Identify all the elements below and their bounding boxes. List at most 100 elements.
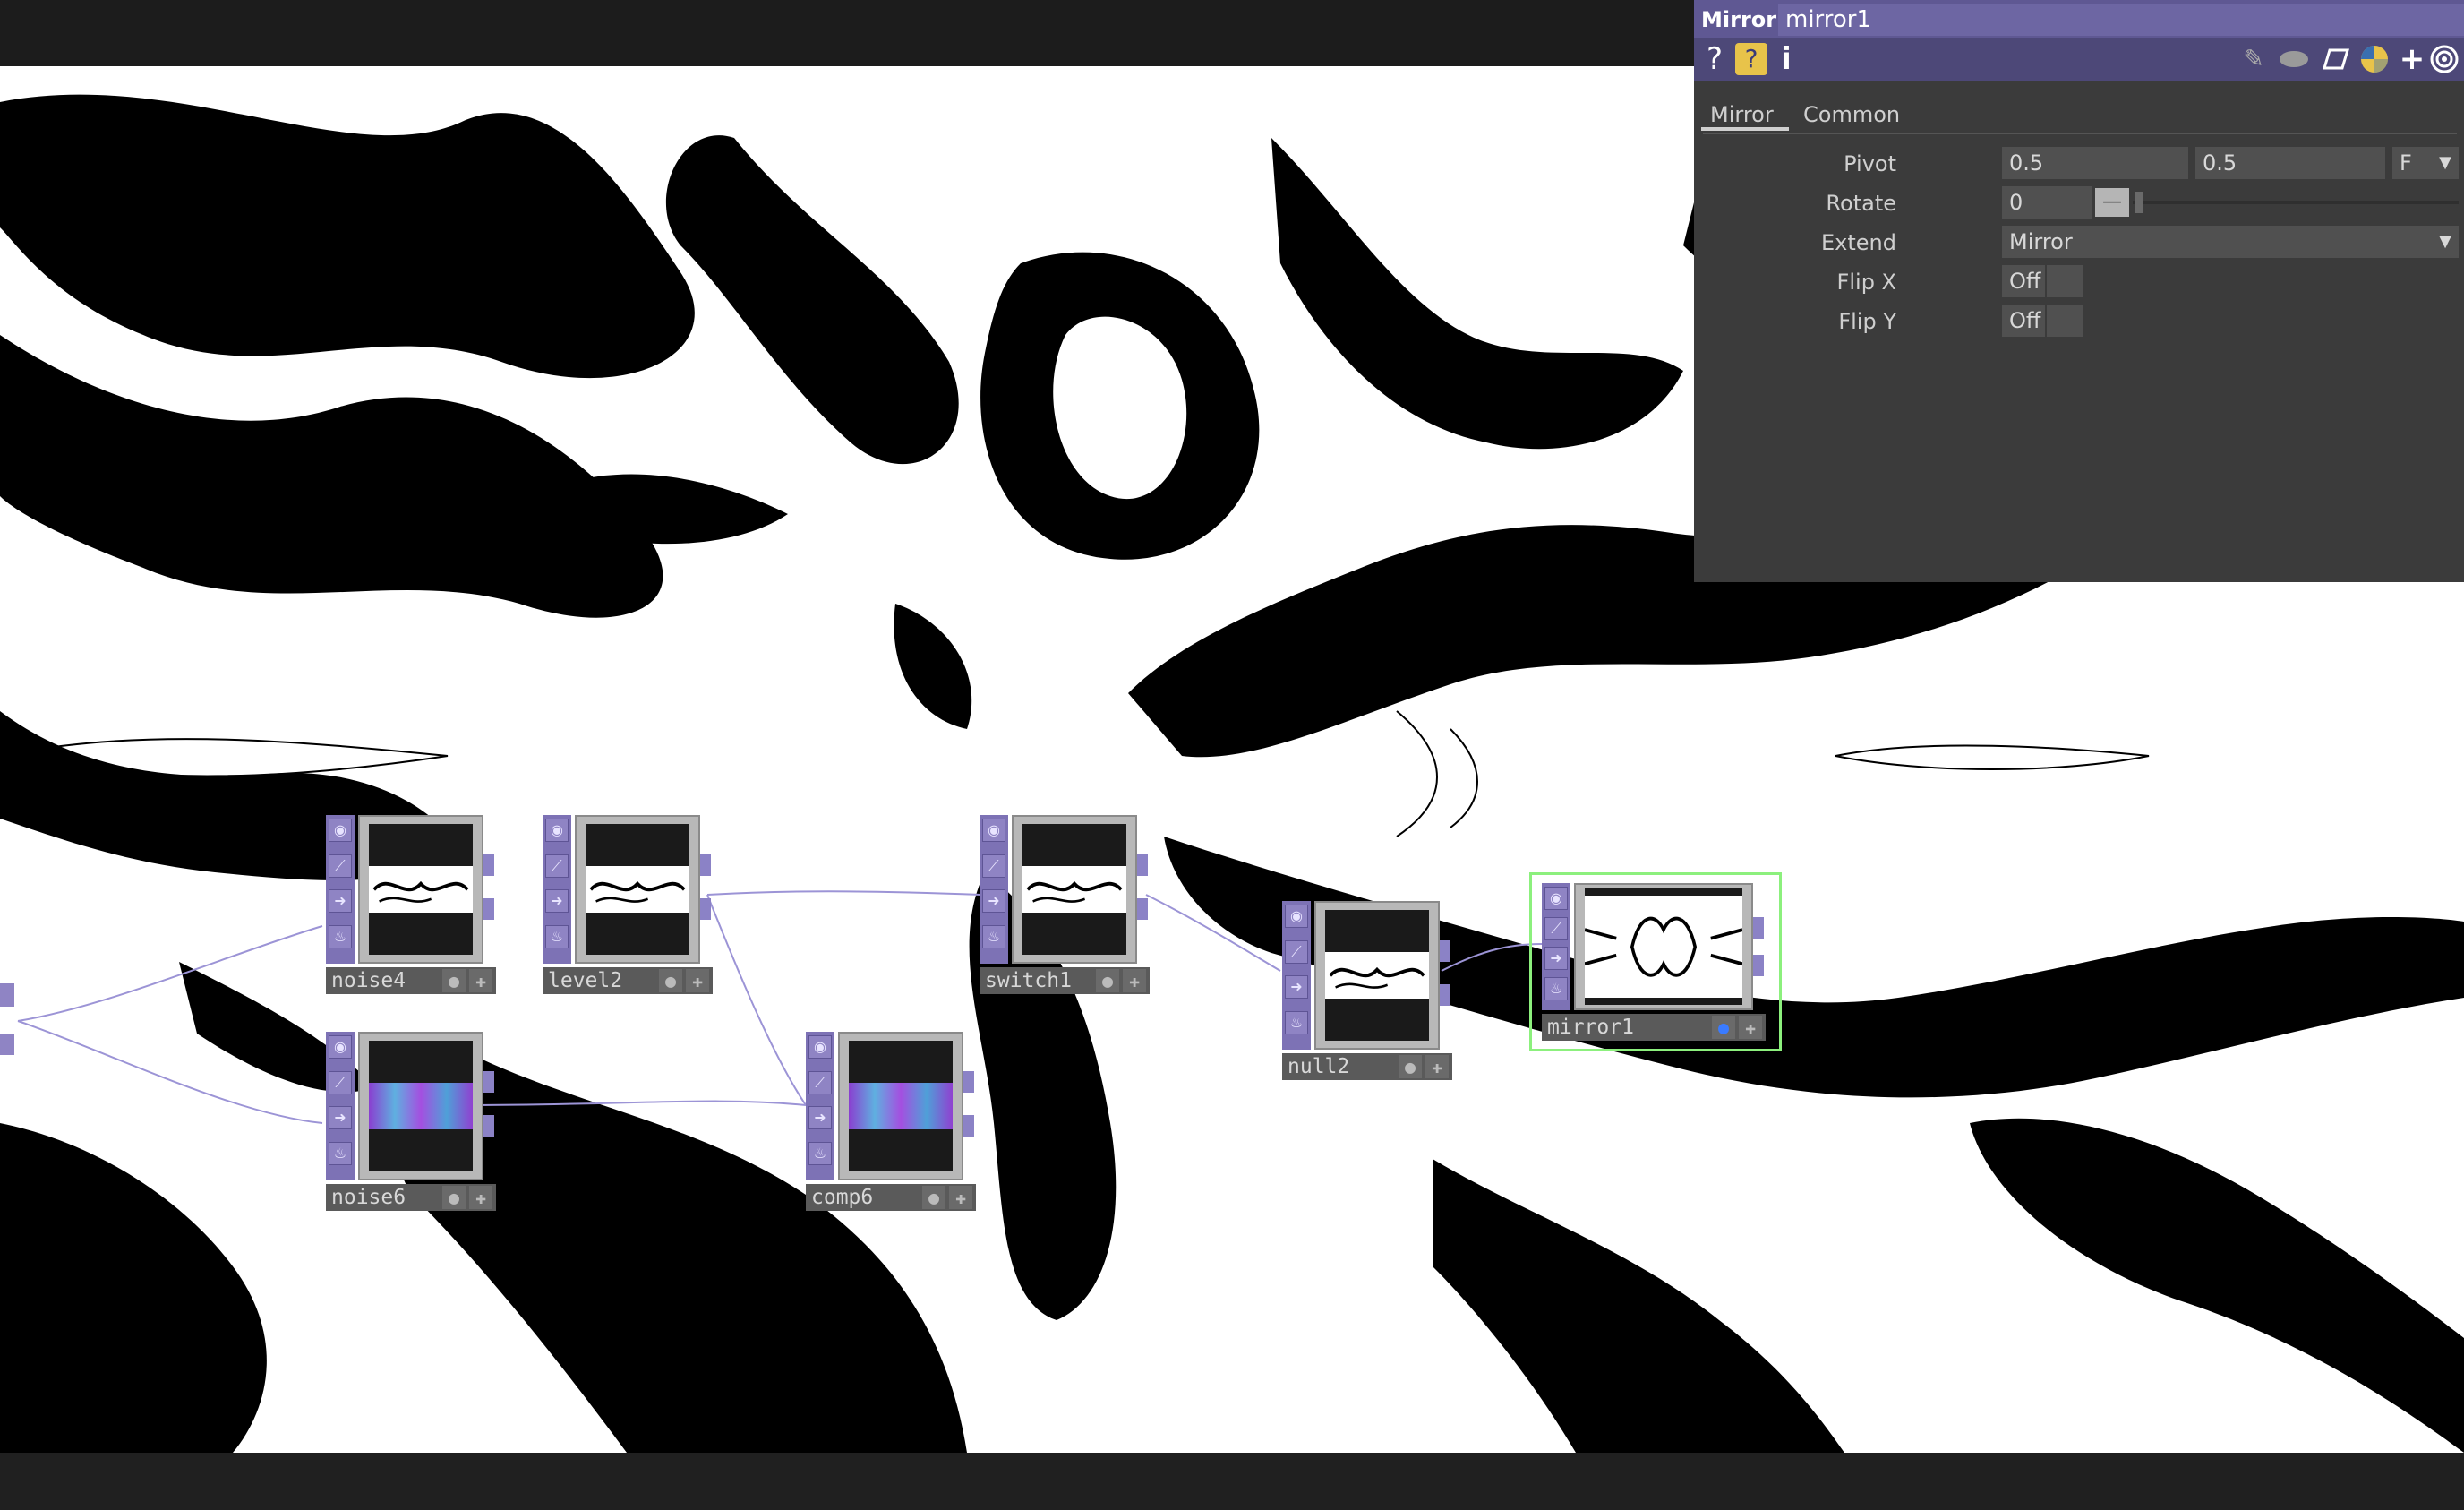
display-flag-icon[interactable]: ● <box>1399 1055 1422 1078</box>
node-name-label[interactable]: noise4 ● ✚ <box>326 967 496 994</box>
help-icon[interactable]: ? <box>1701 43 1728 75</box>
graph-icon[interactable]: ⟋ <box>329 854 352 878</box>
output-connector[interactable] <box>963 1070 974 1093</box>
offscreen-node[interactable] <box>0 948 14 1055</box>
render-flag-icon[interactable]: ✚ <box>1739 1016 1762 1039</box>
node-name-label[interactable]: noise6 ● ✚ <box>326 1184 496 1211</box>
output-connector[interactable] <box>963 1115 974 1137</box>
node-viewer-frame[interactable] <box>1012 815 1148 964</box>
viewer-toggle-icon[interactable]: ◉ <box>982 819 1005 842</box>
flipx-toggle[interactable]: Off <box>2002 265 2045 297</box>
target-icon[interactable] <box>2426 43 2462 75</box>
output-connector[interactable] <box>483 1115 494 1137</box>
render-flag-icon[interactable]: ✚ <box>469 1186 492 1209</box>
lock-icon[interactable]: ♨ <box>1544 976 1568 1000</box>
display-flag-icon[interactable]: ● <box>922 1186 945 1209</box>
lock-icon[interactable]: ♨ <box>545 924 569 948</box>
edit-icon[interactable]: ✎ <box>2238 43 2269 75</box>
node-noise6[interactable]: ◉ ⟋ ➜ ♨ noise6 ● ✚ <box>326 1032 496 1211</box>
output-connector[interactable] <box>700 898 711 921</box>
bypass-icon[interactable]: ➜ <box>808 1106 832 1129</box>
node-noise4[interactable]: ◉ ⟋ ➜ ♨ noise4 ● ✚ <box>326 815 496 994</box>
render-flag-icon[interactable]: ✚ <box>949 1186 972 1209</box>
flipy-toggle-box[interactable] <box>2047 305 2083 337</box>
tab-mirror[interactable]: Mirror <box>1701 99 1789 131</box>
lock-icon[interactable]: ♨ <box>808 1141 832 1165</box>
node-name-label[interactable]: level2 ● ✚ <box>543 967 713 994</box>
render-flag-icon[interactable]: ✚ <box>1425 1055 1449 1078</box>
node-viewer-frame[interactable] <box>358 815 494 964</box>
rotate-slider-handle[interactable] <box>2135 192 2143 213</box>
output-connector[interactable] <box>1440 984 1450 1007</box>
node-name-field[interactable]: mirror1 <box>1778 4 2464 36</box>
flipy-toggle[interactable]: Off <box>2002 305 2045 337</box>
graph-icon[interactable]: ⟋ <box>1544 916 1568 940</box>
output-connector[interactable] <box>1753 955 1764 977</box>
render-flag-icon[interactable]: ✚ <box>686 969 709 992</box>
graph-icon[interactable]: ⟋ <box>808 1070 832 1094</box>
bypass-icon[interactable]: ➜ <box>1544 947 1568 970</box>
output-connector[interactable] <box>1137 898 1148 921</box>
node-name-label[interactable]: switch1 ● ✚ <box>980 967 1150 994</box>
bypass-icon[interactable]: ➜ <box>545 889 569 913</box>
output-connector[interactable] <box>1440 939 1450 962</box>
node-null2[interactable]: ◉ ⟋ ➜ ♨ null2 ● ✚ <box>1282 901 1452 1080</box>
output-connector[interactable] <box>1753 916 1764 939</box>
lock-icon[interactable]: ♨ <box>1285 1010 1308 1034</box>
bypass-icon[interactable]: ➜ <box>1285 975 1308 999</box>
tab-common[interactable]: Common <box>1794 99 1909 131</box>
render-flag-icon[interactable]: ✚ <box>1123 969 1146 992</box>
graph-icon[interactable]: ⟋ <box>329 1070 352 1094</box>
node-viewer-frame[interactable] <box>575 815 711 964</box>
node-level2[interactable]: ◉ ⟋ ➜ ♨ level2 ● ✚ <box>543 815 713 994</box>
graph-icon[interactable]: ⟋ <box>1285 939 1308 964</box>
graph-icon[interactable]: ⟋ <box>545 854 569 878</box>
display-flag-icon[interactable]: ● <box>442 1186 466 1209</box>
graph-icon[interactable]: ⟋ <box>982 854 1005 878</box>
clone-icon[interactable] <box>2317 43 2353 75</box>
viewer-toggle-icon[interactable]: ◉ <box>808 1035 832 1059</box>
pivot-y-field[interactable]: 0.5 <box>2195 147 2385 179</box>
node-name-label[interactable]: mirror1 ● ✚ <box>1542 1014 1766 1041</box>
lock-icon[interactable]: ♨ <box>329 924 352 948</box>
python-icon[interactable] <box>2357 43 2392 75</box>
rotate-slider-track[interactable] <box>2133 201 2459 204</box>
output-connector[interactable] <box>483 898 494 921</box>
render-flag-icon[interactable]: ✚ <box>469 969 492 992</box>
node-comp6[interactable]: ◉ ⟋ ➜ ♨ comp6 ● ✚ <box>806 1032 976 1211</box>
viewer-toggle-icon[interactable]: ◉ <box>1285 905 1308 928</box>
bypass-icon[interactable]: ➜ <box>329 889 352 913</box>
python-help-icon[interactable]: ? <box>1735 43 1767 75</box>
display-flag-icon[interactable]: ● <box>1712 1016 1735 1039</box>
flipx-toggle-box[interactable] <box>2047 265 2083 297</box>
node-viewer-frame[interactable] <box>1574 883 1764 1010</box>
pivot-mode-menu[interactable]: F ▼ <box>2392 147 2459 179</box>
node-name-label[interactable]: comp6 ● ✚ <box>806 1184 976 1211</box>
lock-icon[interactable]: ♨ <box>982 924 1005 948</box>
bypass-icon[interactable]: ➜ <box>982 889 1005 913</box>
output-connector[interactable] <box>1137 854 1148 876</box>
node-name-label[interactable]: null2 ● ✚ <box>1282 1053 1452 1080</box>
display-flag-icon[interactable]: ● <box>659 969 682 992</box>
bypass-icon[interactable]: ➜ <box>329 1106 352 1129</box>
rotate-field[interactable]: 0 <box>2002 186 2092 219</box>
display-flag-icon[interactable]: ● <box>442 969 466 992</box>
node-viewer-frame[interactable] <box>358 1032 494 1180</box>
output-connector[interactable] <box>483 854 494 876</box>
comment-icon[interactable] <box>2276 43 2312 75</box>
viewer-toggle-icon[interactable]: ◉ <box>1544 887 1568 910</box>
extend-menu[interactable]: Mirror ▼ <box>2002 226 2459 258</box>
pivot-x-field[interactable]: 0.5 <box>2002 147 2188 179</box>
node-switch1[interactable]: ◉ ⟋ ➜ ♨ switch1 ● ✚ <box>980 815 1150 994</box>
viewer-toggle-icon[interactable]: ◉ <box>329 1035 352 1059</box>
add-icon[interactable]: + <box>2396 43 2428 75</box>
node-viewer-frame[interactable] <box>1314 901 1450 1050</box>
output-connector[interactable] <box>700 854 711 876</box>
node-mirror1[interactable]: ◉ ⟋ ➜ ♨ mirror1 ● ✚ <box>1542 883 1766 1041</box>
viewer-toggle-icon[interactable]: ◉ <box>329 819 352 842</box>
node-viewer-frame[interactable] <box>838 1032 974 1180</box>
lock-icon[interactable]: ♨ <box>329 1141 352 1165</box>
viewer-toggle-icon[interactable]: ◉ <box>545 819 569 842</box>
info-icon[interactable]: i <box>1776 43 1796 75</box>
display-flag-icon[interactable]: ● <box>1096 969 1119 992</box>
